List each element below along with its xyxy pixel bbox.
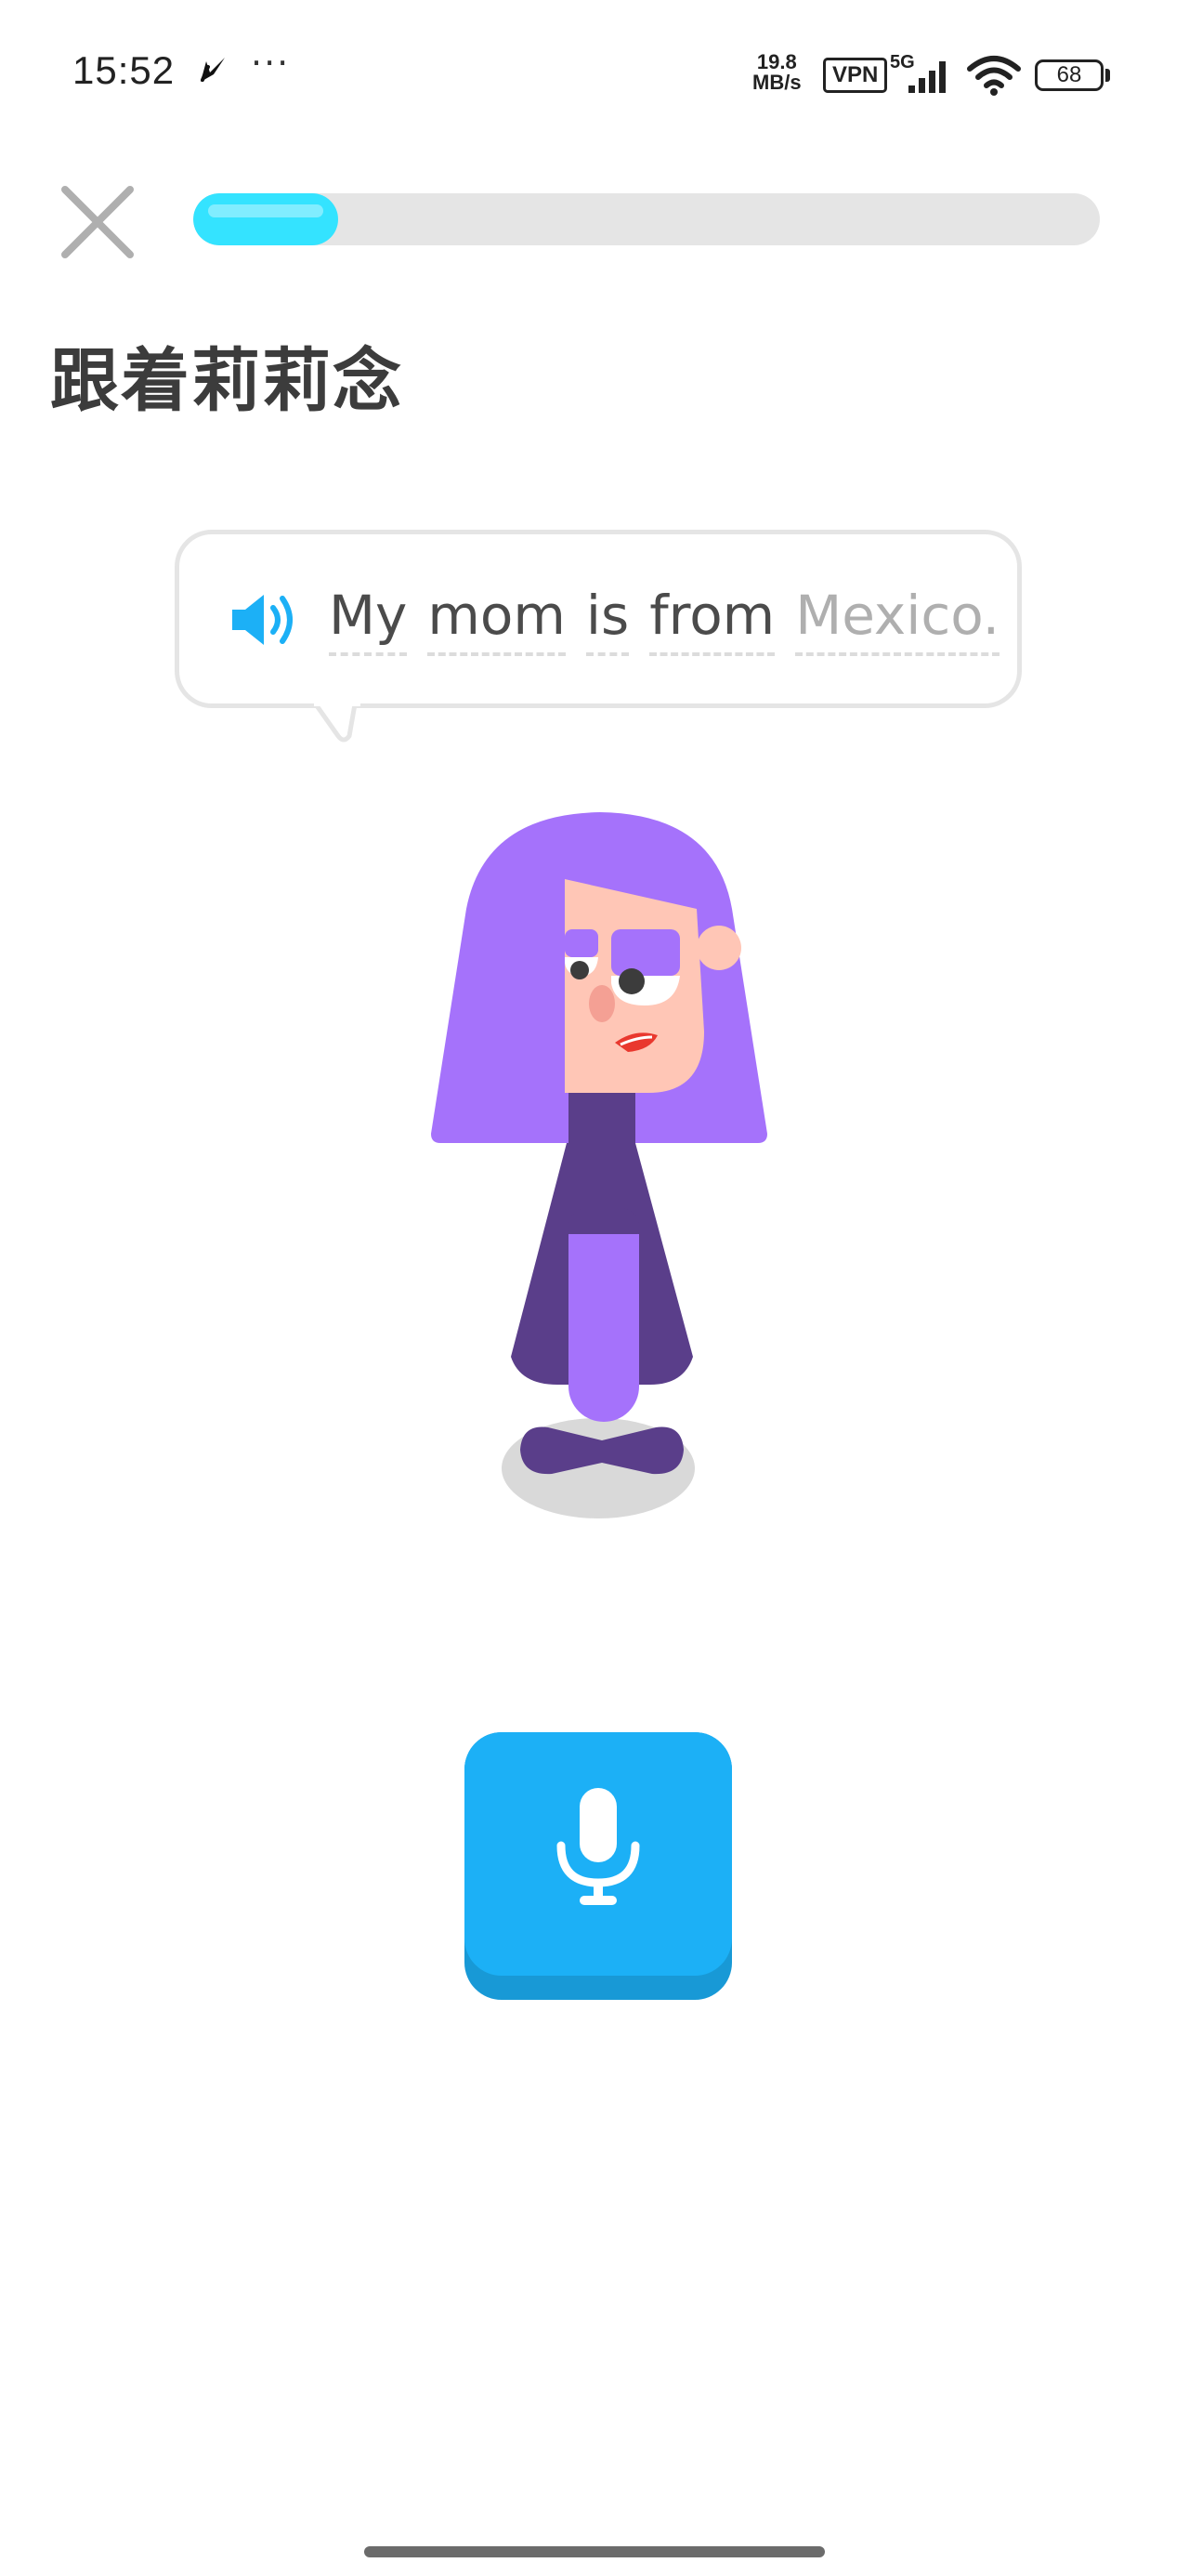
battery-tip	[1105, 69, 1110, 82]
sentence-word[interactable]: is	[585, 578, 630, 656]
close-icon[interactable]	[56, 180, 139, 264]
record-microphone-button[interactable]	[464, 1732, 732, 2000]
page-title: 跟着莉莉念	[50, 341, 403, 421]
progress-shine	[208, 204, 323, 217]
speech-bubble-tail	[314, 699, 360, 743]
character-ear	[697, 926, 741, 970]
network-speed: 19.8 MB/s	[752, 52, 802, 93]
network-speed-unit: MB/s	[752, 71, 802, 94]
character-nose	[589, 985, 615, 1022]
more-notifications-icon: ···	[251, 43, 291, 84]
character-eyelid	[611, 929, 680, 976]
vpn-badge: VPN	[823, 58, 888, 93]
lesson-progress-fill	[193, 193, 338, 245]
signal-icon	[908, 61, 946, 93]
battery-indicator: 68	[1035, 59, 1104, 91]
sentence-word[interactable]: from	[649, 578, 775, 656]
sentence-word[interactable]: My	[329, 578, 408, 656]
status-bar: 15:52 ··· 19.8 MB/s VPN 5G 68	[0, 0, 1189, 149]
prompt-sentence: My mom is from Mexico.	[329, 578, 1000, 656]
wifi-icon	[967, 56, 1021, 96]
lesson-progress-bar	[193, 193, 1100, 245]
character-eyelid	[565, 929, 598, 957]
location-arrow-icon	[201, 58, 225, 82]
microphone-icon	[556, 1788, 640, 1905]
status-time: 15:52	[72, 48, 176, 92]
network-speed-value: 19.8	[756, 50, 797, 73]
mic-button-face	[464, 1732, 732, 1976]
sentence-word[interactable]: Mexico.	[795, 578, 1000, 656]
speaker-icon[interactable]	[229, 587, 303, 652]
lily-character	[431, 812, 767, 1518]
character-neck	[568, 1093, 635, 1149]
sentence-word[interactable]: mom	[427, 578, 567, 656]
home-indicator	[364, 2546, 825, 2557]
